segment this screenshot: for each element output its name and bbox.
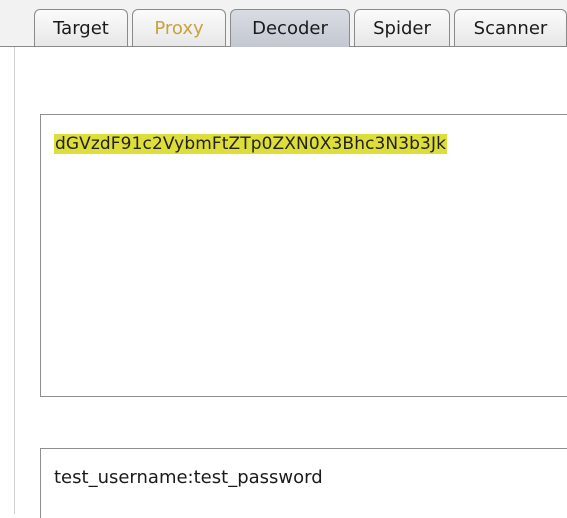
- tab-proxy[interactable]: Proxy: [132, 9, 226, 46]
- tab-target[interactable]: Target: [34, 9, 128, 46]
- decoded-text: test_username:test_password: [54, 467, 323, 488]
- tab-spider[interactable]: Spider: [354, 9, 450, 46]
- encoded-text-selection[interactable]: dGVzdF91c2VybmFtZTp0ZXN0X3Bhc3N3b3Jk: [54, 134, 448, 154]
- tab-scanner[interactable]: Scanner: [454, 9, 567, 46]
- tab-bar: Target Proxy Decoder Spider Scanner: [0, 0, 567, 47]
- tab-decoder[interactable]: Decoder: [230, 9, 350, 47]
- encoded-input-area[interactable]: dGVzdF91c2VybmFtZTp0ZXN0X3Bhc3N3b3Jk: [40, 114, 567, 397]
- decoded-output-area[interactable]: test_username:test_password: [40, 448, 567, 518]
